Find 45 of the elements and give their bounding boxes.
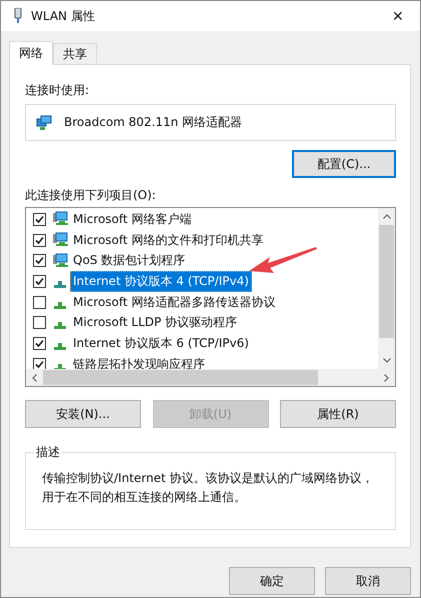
checkbox[interactable] <box>33 358 46 369</box>
checkbox[interactable] <box>33 316 46 330</box>
list-item[interactable]: Microsoft 网络适配器多路传送器协议 <box>70 292 278 313</box>
adapter-name: Broadcom 802.11n 网络适配器 <box>64 114 242 131</box>
list-item[interactable]: Internet 协议版本 6 (TCP/IPv6) <box>70 332 252 354</box>
checkbox[interactable] <box>33 254 46 268</box>
checkbox[interactable] <box>33 336 46 350</box>
list-item[interactable]: 链路层拓扑发现响应程序 <box>70 354 208 369</box>
section-label: 此连接使用下列项目(O): <box>25 187 157 203</box>
list-item[interactable]: Microsoft 网络客户端 <box>70 208 194 230</box>
scroll-up-icon[interactable] <box>382 214 390 219</box>
network-protocol-icon <box>54 302 66 309</box>
list-item[interactable]: Microsoft LLDP 协议驱动程序 <box>70 312 240 334</box>
tab[interactable]: 共享 <box>53 43 97 64</box>
scroll-right-icon[interactable] <box>384 374 389 382</box>
network-protocol-icon <box>54 280 66 288</box>
window-title: WLAN 属性 <box>31 8 95 24</box>
network-adapter-icon <box>13 8 23 24</box>
description-text: 传输控制协议/Internet 协议。该协议是默认的广域网络协议，用于在不同的相互连接的网络上通信。 <box>42 470 375 506</box>
network-monitor-icon <box>36 114 52 130</box>
checkbox[interactable] <box>33 274 46 288</box>
list-item[interactable]: Internet 协议版本 4 (TCP/IPv4) <box>70 270 252 292</box>
network-monitor-icon <box>52 232 68 248</box>
dialog-button[interactable]: 取消 <box>325 567 411 595</box>
checkbox[interactable] <box>33 234 46 247</box>
list-item[interactable]: QoS 数据包计划程序 <box>70 250 188 272</box>
network-protocol-icon <box>54 322 66 330</box>
action-button[interactable]: 安装(N)... <box>25 400 141 428</box>
scroll-down-icon[interactable] <box>382 358 390 363</box>
scroll-left-icon[interactable] <box>32 374 37 382</box>
list-item[interactable]: Microsoft 网络的文件和打印机共享 <box>70 230 266 251</box>
horizontal-scrollbar[interactable] <box>26 369 395 386</box>
section-label: 连接时使用: <box>25 82 90 98</box>
network-monitor-icon <box>52 252 68 269</box>
group-label: 描述 <box>34 445 62 459</box>
checkbox[interactable] <box>33 296 46 309</box>
configure-button[interactable]: 配置(C)... <box>292 150 396 178</box>
network-monitor-icon <box>52 211 68 228</box>
dialog-button[interactable]: 确定 <box>229 567 315 595</box>
action-button[interactable]: 属性(R) <box>280 400 396 428</box>
network-protocol-icon <box>54 342 66 350</box>
vertical-scrollbar[interactable] <box>378 208 395 369</box>
checkbox[interactable] <box>33 212 46 226</box>
close-button[interactable]: ✕ <box>376 1 420 31</box>
tab[interactable]: 网络 <box>9 41 53 65</box>
